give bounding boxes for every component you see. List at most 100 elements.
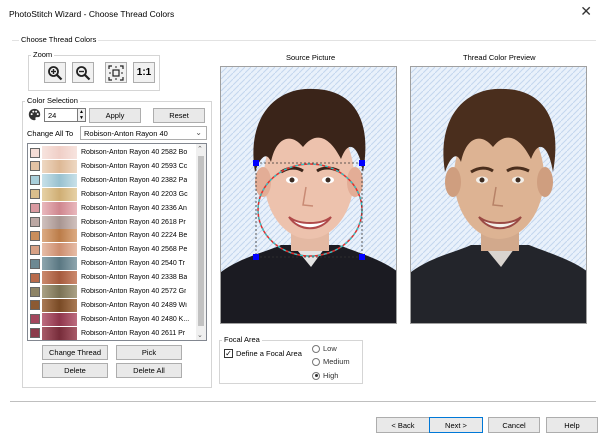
fit-icon [108,64,124,81]
thread-swatch [30,286,40,297]
window-title: PhotoStitch Wizard - Choose Thread Color… [9,9,175,19]
chevron-down-icon: ⌄ [195,128,202,137]
thread-swatch [30,189,40,200]
focal-level-low-label: Low [323,344,337,353]
palette-icon [28,108,41,121]
actual-size-icon: 1:1 [136,67,152,78]
thread-row[interactable]: Robison-Anton Rayon 40 2489 Wi [28,298,198,313]
delete-button[interactable]: Delete [42,363,108,378]
define-focal-checkbox[interactable]: ✓ [224,349,233,358]
focal-level-medium[interactable]: Medium [312,357,350,366]
source-picture[interactable] [220,66,397,324]
preview-portrait [411,67,586,323]
thread-name: Robison-Anton Rayon 40 2582 Bo [81,149,188,156]
change-thread-button[interactable]: Change Thread [42,345,108,360]
next-button[interactable]: Next > [429,417,483,433]
cancel-button[interactable]: Cancel [488,417,540,433]
thread-name: Robison-Anton Rayon 40 2382 Pa [81,176,188,184]
thread-swatch [30,244,40,255]
thread-row[interactable]: Robison-Anton Rayon 40 2593 Cc [28,159,198,174]
focal-level-medium-label: Medium [323,357,350,366]
change-all-dropdown[interactable]: Robison-Anton Rayon 40 ⌄ [80,126,207,140]
focal-level-high[interactable]: High [312,371,338,380]
thread-list[interactable]: Robison-Anton Rayon 40 2582 Bo Robison-An… [27,143,207,341]
preview-picture-label: Thread Color Preview [463,53,536,62]
thread-row[interactable]: Robison-Anton Rayon 40 2568 Pe [28,242,198,257]
radio-medium[interactable] [312,357,320,366]
zoom-in-button[interactable] [44,62,66,83]
thread-swatch [30,328,40,339]
thread-row[interactable]: Robison-Anton Rayon 40 2572 Gr [28,284,198,299]
thread-gradient [42,173,77,187]
radio-low[interactable] [312,344,320,353]
thread-swatch [30,147,40,158]
section-title: Choose Thread Colors [19,35,99,44]
color-selection-label: Color Selection [25,96,80,105]
thread-row[interactable]: Robison-Anton Rayon 40 2618 Pr [28,215,198,230]
scroll-thumb[interactable] [198,156,204,326]
thread-row[interactable]: Robison-Anton Rayon 40 2540 Tr [28,256,198,271]
thread-gradient [42,298,77,312]
thread-gradient [42,285,77,298]
actual-size-button[interactable]: 1:1 [133,62,155,83]
zoom-in-icon [48,65,63,80]
footer-divider [10,401,596,402]
thread-swatch [30,203,40,214]
source-portrait [221,67,396,323]
thread-name: Robison-Anton Rayon 40 2618 Pr [81,218,186,226]
thread-swatch [30,272,40,283]
thread-gradient [42,271,77,285]
thread-name: Robison-Anton Rayon 40 2572 Gr [81,288,187,295]
spin-down-icon[interactable]: ▼ [78,115,85,121]
thread-swatch [30,258,40,269]
thread-row[interactable]: Robison-Anton Rayon 40 2203 Gc [28,187,198,202]
thread-name: Robison-Anton Rayon 40 2540 Tr [81,260,185,268]
zoom-out-button[interactable] [72,62,94,83]
radio-high[interactable] [312,371,320,380]
define-focal-label: Define a Focal Area [236,349,302,358]
thread-name: Robison-Anton Rayon 40 2489 Wi [81,301,187,309]
thread-swatch [30,161,40,172]
thread-row[interactable]: Robison-Anton Rayon 40 2224 Be [28,228,198,243]
focal-level-high-label: High [323,371,339,380]
scroll-up-icon[interactable]: ⌃ [197,145,203,153]
thread-name: Robison-Anton Rayon 40 2224 Be [81,232,188,240]
thread-name: Robison-Anton Rayon 40 2611 Pr [81,329,186,337]
thread-swatch [30,230,40,241]
fit-to-window-button[interactable] [105,62,127,83]
thread-swatch [30,300,40,311]
reset-button[interactable]: Reset [153,108,205,123]
thread-gradient [42,201,77,215]
thread-row[interactable]: Robison-Anton Rayon 40 2611 Pr [28,326,198,340]
pick-button[interactable]: Pick [116,345,182,360]
delete-all-button[interactable]: Delete All [116,363,182,378]
thread-gradient [42,187,77,201]
thread-gradient [42,326,77,340]
thread-swatch [30,175,40,186]
zoom-label: Zoom [31,50,55,59]
thread-row[interactable]: Robison-Anton Rayon 40 2382 Pa [28,173,198,188]
source-picture-label: Source Picture [286,53,336,62]
thread-row[interactable]: Robison-Anton Rayon 40 2336 An [28,201,198,216]
color-count-value: 24 [48,110,57,120]
back-button[interactable]: < Back [376,417,430,433]
thread-row[interactable]: Robison-Anton Rayon 40 2338 Ba [28,270,198,285]
thread-row[interactable]: Robison-Anton Rayon 40 2480 K... [28,312,198,327]
help-button[interactable]: Help [546,417,598,433]
close-icon[interactable]: ✕ [580,4,592,18]
thread-row[interactable]: Robison-Anton Rayon 40 2582 Bo [28,145,198,160]
thread-gradient [42,159,77,173]
thread-list-scrollbar[interactable]: ⌃ ⌄ [196,144,206,340]
thread-color-preview [410,66,587,324]
title-bar: PhotoStitch Wizard - Choose Thread Color… [0,0,600,26]
scroll-down-icon[interactable]: ⌄ [197,331,203,339]
thread-gradient [42,215,77,229]
thread-name: Robison-Anton Rayon 40 2336 An [81,204,187,212]
color-count-spinner[interactable]: ▲ ▼ [77,108,86,122]
color-count-input[interactable]: 24 [44,108,78,122]
thread-name: Robison-Anton Rayon 40 2338 Ba [81,274,188,282]
apply-button[interactable]: Apply [89,108,141,123]
change-all-label: Change All To [27,129,74,138]
focal-level-low[interactable]: Low [312,344,337,353]
thread-swatch [30,217,40,227]
